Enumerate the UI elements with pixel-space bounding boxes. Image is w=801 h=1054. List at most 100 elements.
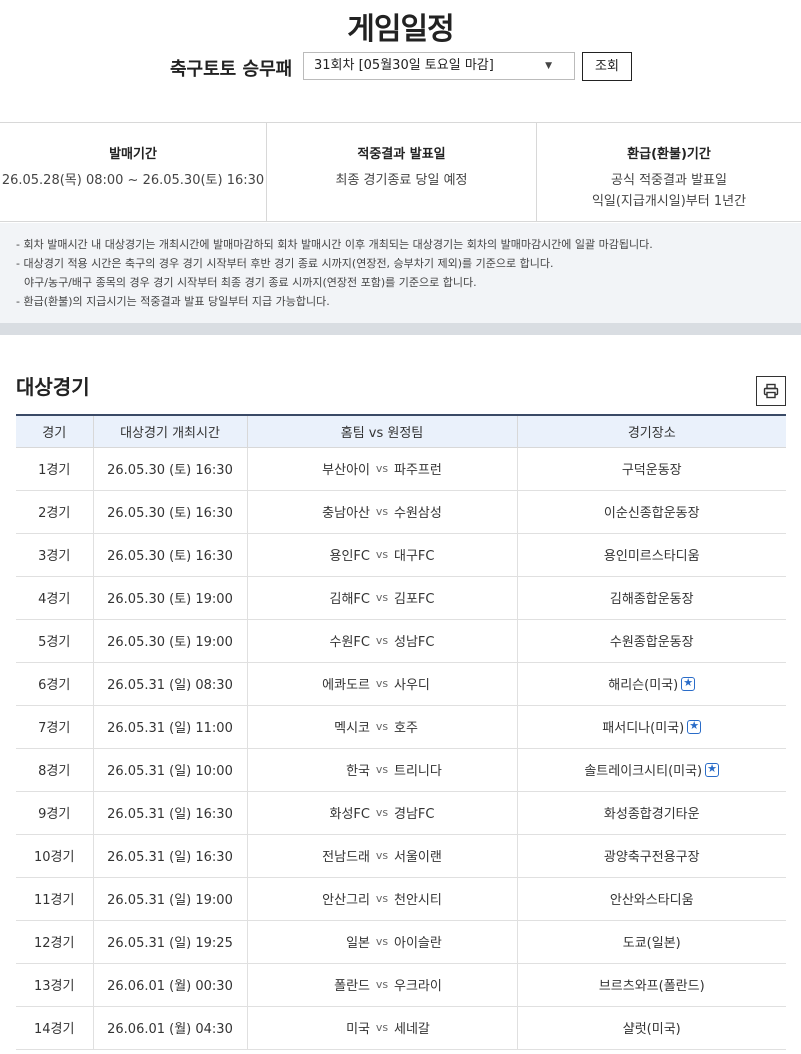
game-time: 26.05.30 (토) 16:30 [93,490,248,534]
away-team: 트리니다 [394,764,442,779]
away-team: 대구FC [394,549,435,564]
game-time: 26.06.01 (월) 04:30 [93,1006,248,1050]
matchup: 한국 vs 트리니다 [247,748,518,792]
vs-label: vs [375,806,389,819]
home-team: 김해FC [329,592,370,607]
vs-label: vs [375,677,389,690]
print-button[interactable] [756,376,786,406]
venue: 이순신종합운동장 [603,506,700,521]
table-row: 14경기 26.06.01 (월) 04:30 미국 vs 세네갈 샬럿(미국) [16,1006,786,1050]
header-teams: 홈팀 vs 원정팀 [247,415,518,448]
game-number: 11경기 [16,877,94,921]
away-team: 서울이랜 [394,850,442,865]
notice-line: - 대상경기 적용 시간은 축구의 경우 경기 시작부터 후반 경기 종료 시까… [16,257,554,270]
vs-label: vs [375,763,389,776]
matchup: 김해FC vs 김포FC [247,576,518,620]
notice-line: - 환급(환불)의 지급시기는 적중결과 발표 당일부터 지급 가능합니다. [16,295,330,308]
venue-cell: 도쿄(일본) [517,920,786,964]
game-number: 9경기 [16,791,94,835]
table-row: 8경기 26.05.31 (일) 10:00 한국 vs 트리니다 솔트레이크시티(미국) [16,748,786,792]
away-team: 호주 [394,721,418,736]
home-team: 용인FC [329,549,370,564]
refund-period-value: 공식 적중결과 발표일 익일(지급개시일)부터 1년간 [537,170,801,212]
header-game: 경기 [16,415,94,448]
home-team: 충남아산 [322,506,370,521]
game-time: 26.05.31 (일) 19:00 [93,877,248,921]
notice-line: 야구/농구/배구 종목의 경우 경기 시작부터 최종 경기 종료 시까지(연장전… [24,276,477,289]
table-row: 2경기 26.05.30 (토) 16:30 충남아산 vs 수원삼성 이순신종합운동장 [16,490,786,534]
venue-cell: 구덕운동장 [517,447,786,491]
game-number: 6경기 [16,662,94,706]
home-team: 부산아이 [322,463,370,478]
notice-box: - 회차 발매시간 내 대상경기는 개최시간에 발매마감하되 회차 발매시간 이… [0,223,801,323]
vs-label: vs [375,634,389,647]
game-number: 7경기 [16,705,94,749]
matchup: 안산그리 vs 천안시티 [247,877,518,921]
venue: 패서디나(미국) [602,721,685,736]
game-number: 5경기 [16,619,94,663]
table-row: 4경기 26.05.30 (토) 19:00 김해FC vs 김포FC 김해종합운동장 [16,576,786,620]
away-team: 성남FC [394,635,435,650]
vs-label: vs [375,849,389,862]
away-team: 우크라이 [394,979,442,994]
venue: 해리슨(미국) [608,678,679,693]
venue: 브르츠와프(폴란드) [598,979,705,994]
game-time: 26.06.01 (월) 00:30 [93,963,248,1007]
chevron-down-icon: ▼ [545,61,552,71]
round-filter: 축구토토 승무패 31회차 [05월30일 토요일 마감] ▼ 조회 [0,52,801,84]
venue-cell: 광양축구전용구장 [517,834,786,878]
result-date: 적중결과 발표일 최종 경기종료 당일 예정 [267,123,537,222]
venue-cell: 화성종합경기타운 [517,791,786,835]
table-row: 6경기 26.05.31 (일) 08:30 에콰도르 vs 사우디 해리슨(미국) [16,662,786,706]
matchup: 충남아산 vs 수원삼성 [247,490,518,534]
star-icon[interactable] [687,719,702,734]
matchup: 미국 vs 세네갈 [247,1006,518,1050]
home-team: 화성FC [329,807,370,822]
matchup: 폴란드 vs 우크라이 [247,963,518,1007]
sale-period: 발매기간 26.05.28(목) 08:00 ~ 26.05.30(토) 16:… [0,123,267,222]
game-number: 10경기 [16,834,94,878]
venue: 수원종합운동장 [609,635,694,650]
venue: 솔트레이크시티(미국) [584,764,703,779]
sale-period-value: 26.05.28(목) 08:00 ~ 26.05.30(토) 16:30 [1,173,265,188]
venue: 용인미르스타디움 [603,549,700,564]
matchup: 용인FC vs 대구FC [247,533,518,577]
game-number: 8경기 [16,748,94,792]
table-row: 12경기 26.05.31 (일) 19:25 일본 vs 아이슬란 도쿄(일본) [16,920,786,964]
game-time: 26.05.31 (일) 16:30 [93,791,248,835]
round-info: 발매기간 26.05.28(목) 08:00 ~ 26.05.30(토) 16:… [0,122,801,222]
venue: 샬럿(미국) [622,1022,681,1037]
game-time: 26.05.30 (토) 19:00 [93,619,248,663]
home-team: 안산그리 [322,893,370,908]
matchup: 화성FC vs 경남FC [247,791,518,835]
printer-icon [763,383,779,399]
section-title: 대상경기 [16,375,90,399]
star-icon[interactable] [681,676,696,691]
table-row: 1경기 26.05.30 (토) 16:30 부산아이 vs 파주프런 구덕운동장 [16,447,786,491]
matchup: 전남드래 vs 서울이랜 [247,834,518,878]
star-icon[interactable] [705,762,720,777]
venue-cell: 패서디나(미국) [517,705,786,749]
search-button[interactable]: 조회 [582,52,632,81]
table-row: 13경기 26.06.01 (월) 00:30 폴란드 vs 우크라이 브르츠와프(폴란드… [16,963,786,1007]
vs-label: vs [375,548,389,561]
vs-label: vs [375,462,389,475]
venue-cell: 해리슨(미국) [517,662,786,706]
notice-line: - 회차 발매시간 내 대상경기는 개최시간에 발매마감하되 회차 발매시간 이… [16,238,653,251]
matchup: 일본 vs 아이슬란 [247,920,518,964]
refund-period-line2: 익일(지급개시일)부터 1년간 [591,194,747,209]
result-date-value: 최종 경기종료 당일 예정 [335,173,468,188]
game-number: 2경기 [16,490,94,534]
game-time: 26.05.31 (일) 08:30 [93,662,248,706]
venue: 광양축구전용구장 [603,850,700,865]
venue: 화성종합경기타운 [603,807,700,822]
round-select[interactable]: 31회차 [05월30일 토요일 마감] ▼ [303,52,575,80]
home-team: 폴란드 [334,979,370,994]
refund-period-line1: 공식 적중결과 발표일 [611,173,727,188]
table-header-row: 경기 대상경기 개최시간 홈팀 vs 원정팀 경기장소 [16,415,786,448]
sale-period-title: 발매기간 [109,147,157,162]
away-team: 수원삼성 [394,506,442,521]
game-time: 26.05.30 (토) 16:30 [93,533,248,577]
game-time: 26.05.31 (일) 10:00 [93,748,248,792]
vs-label: vs [375,720,389,733]
